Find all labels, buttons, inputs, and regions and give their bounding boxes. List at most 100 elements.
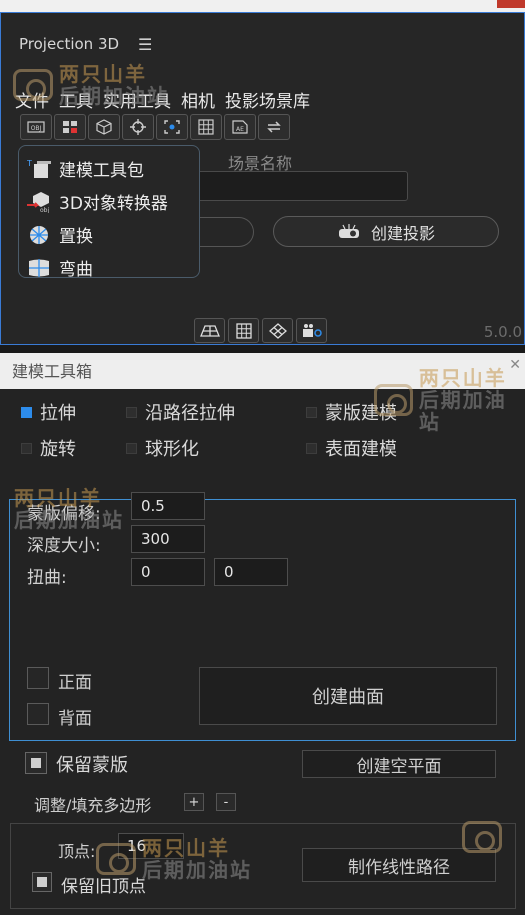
top-window-strip [0,0,525,12]
panel-title: Projection 3D [19,35,120,53]
projector-icon [338,223,359,238]
extrude-settings-box: 蒙版偏移: 0.5 深度大小: 300 扭曲: 0 0 正面 背面 创建曲面 [9,492,516,741]
grid-plane-icon [235,322,252,339]
twist-label: 扭曲: [27,568,67,588]
vertex-label: 顶点: [58,842,96,861]
crosshair-icon [130,119,146,135]
twist-input-1[interactable]: 0 [131,558,205,586]
modeling-toolbox-panel: 拉伸 沿路径拉伸 蒙版建模 旋转 球形化 表面建模 蒙版偏移: 0.5 深度大小… [0,367,525,915]
panel-separator [0,345,525,353]
menu-file[interactable]: 文件 [14,87,50,112]
camera-rig-icon [302,323,322,337]
back-checkbox[interactable] [27,703,49,725]
camera-rig-button[interactable] [296,318,327,343]
front-checkbox[interactable] [27,667,49,689]
toolbar: OBJ AE [20,114,290,140]
projection-3d-panel: Projection 3D ☰ 文件 工具 实用工具 相机 投影场景库 OBJ … [0,12,525,345]
swap-button[interactable] [258,114,290,140]
keep-mask-label: 保留蒙版 [56,755,128,776]
close-icon[interactable]: ✕ [509,357,521,373]
obj-import-button[interactable]: OBJ [20,114,52,140]
mode-checkbox [306,406,317,418]
mode-label: 沿路径拉伸 [145,403,235,424]
obj-icon: OBJ [27,121,45,133]
vertex-settings-box: 顶点: 16 保留旧顶点 制作线性路径 [10,823,516,909]
mode-label: 旋转 [40,439,76,460]
panel-menu-icon[interactable]: ☰ [138,35,152,54]
keep-old-vertex-label: 保留旧顶点 [61,877,146,897]
mode-label: 蒙版建模 [325,403,397,424]
depth-input[interactable]: 300 [131,525,205,553]
front-label: 正面 [58,673,92,693]
mode-extrude-along-path[interactable]: 沿路径拉伸 [126,399,235,425]
close-strip[interactable] [497,0,525,8]
menu-bar: 文件 工具 实用工具 相机 投影场景库 [14,87,311,112]
menu-scene-library[interactable]: 投影场景库 [224,87,311,112]
diamond-grid-button[interactable] [262,318,293,343]
diamond-grid-icon [268,322,287,339]
check-mark [37,877,47,887]
bottom-icon-bar [194,318,327,343]
mode-checkbox [21,406,32,418]
mode-label: 表面建模 [325,439,397,460]
svg-text:T: T [27,159,32,168]
tools-dropdown-menu: T 建模工具包 obj 3D对象转换器 置换 弯曲 [18,145,200,280]
mode-spherize[interactable]: 球形化 [126,435,199,461]
polygon-minus-button[interactable]: - [216,793,236,811]
dropdown-label: 3D对象转换器 [59,194,168,214]
3d-converter-icon: obj [27,191,49,213]
create-projection-button[interactable]: 创建投影 [273,216,499,247]
watermark-line2: 后期加油站 [418,388,507,434]
grid-layers-button[interactable] [54,114,86,140]
menu-camera[interactable]: 相机 [180,87,216,112]
ae-button[interactable]: AE [224,114,256,140]
svg-text:obj: obj [40,207,49,213]
mode-checkbox [126,442,137,454]
grid-layers-icon [63,121,77,133]
target-button[interactable] [122,114,154,140]
toolbox-title: 建模工具箱 [12,362,93,381]
keep-old-vertex-checkbox[interactable] [32,872,52,892]
cube-icon [96,119,112,135]
twist-input-2[interactable]: 0 [214,558,288,586]
dropdown-item-bend[interactable]: 弯曲 [19,251,199,284]
cube-button[interactable] [88,114,120,140]
mode-label: 球形化 [145,439,199,460]
depth-label: 深度大小: [27,536,101,556]
dropdown-item-displace[interactable]: 置换 [19,218,199,251]
mode-mask-modeling[interactable]: 蒙版建模 [306,399,397,425]
mode-checkbox [21,442,32,454]
dropdown-label: 建模工具包 [59,161,144,181]
focus-button[interactable] [156,114,188,140]
version-label: 5.0.0 [483,323,522,341]
mode-surface-modeling[interactable]: 表面建模 [306,435,397,461]
mode-extrude[interactable]: 拉伸 [21,399,76,425]
mode-rotate[interactable]: 旋转 [21,435,76,461]
adjust-polygon-label: 调整/填充多边形 [34,796,152,815]
grid-button[interactable] [190,114,222,140]
scene-name-input[interactable] [196,171,408,201]
grid-plane-button[interactable] [228,318,259,343]
create-empty-plane-button[interactable]: 创建空平面 [302,750,496,778]
dropdown-item-3d-converter[interactable]: obj 3D对象转换器 [19,185,199,218]
modeling-kit-icon: T [27,159,51,178]
keep-mask-checkbox[interactable] [25,752,47,774]
back-label: 背面 [58,709,92,729]
svg-text:OBJ: OBJ [31,125,42,132]
floor-plane-icon [199,324,220,337]
ae-icon: AE [232,120,248,134]
create-surface-button[interactable]: 创建曲面 [199,667,497,725]
check-mark [31,758,41,768]
svg-text:AE: AE [236,126,244,133]
toolbox-titlebar: 建模工具箱 ✕ [0,353,525,389]
floor-plane-button[interactable] [194,318,225,343]
vertex-input[interactable]: 16 [118,833,184,859]
make-linear-path-button[interactable]: 制作线性路径 [302,848,496,882]
menu-utilities[interactable]: 实用工具 [102,87,172,112]
mask-offset-label: 蒙版偏移: [27,504,101,524]
dropdown-item-modeling-kit[interactable]: T 建模工具包 [19,152,199,185]
menu-tools[interactable]: 工具 [58,87,94,112]
polygon-plus-button[interactable]: + [184,793,204,811]
mask-offset-input[interactable]: 0.5 [131,492,205,520]
displace-icon [30,225,48,244]
